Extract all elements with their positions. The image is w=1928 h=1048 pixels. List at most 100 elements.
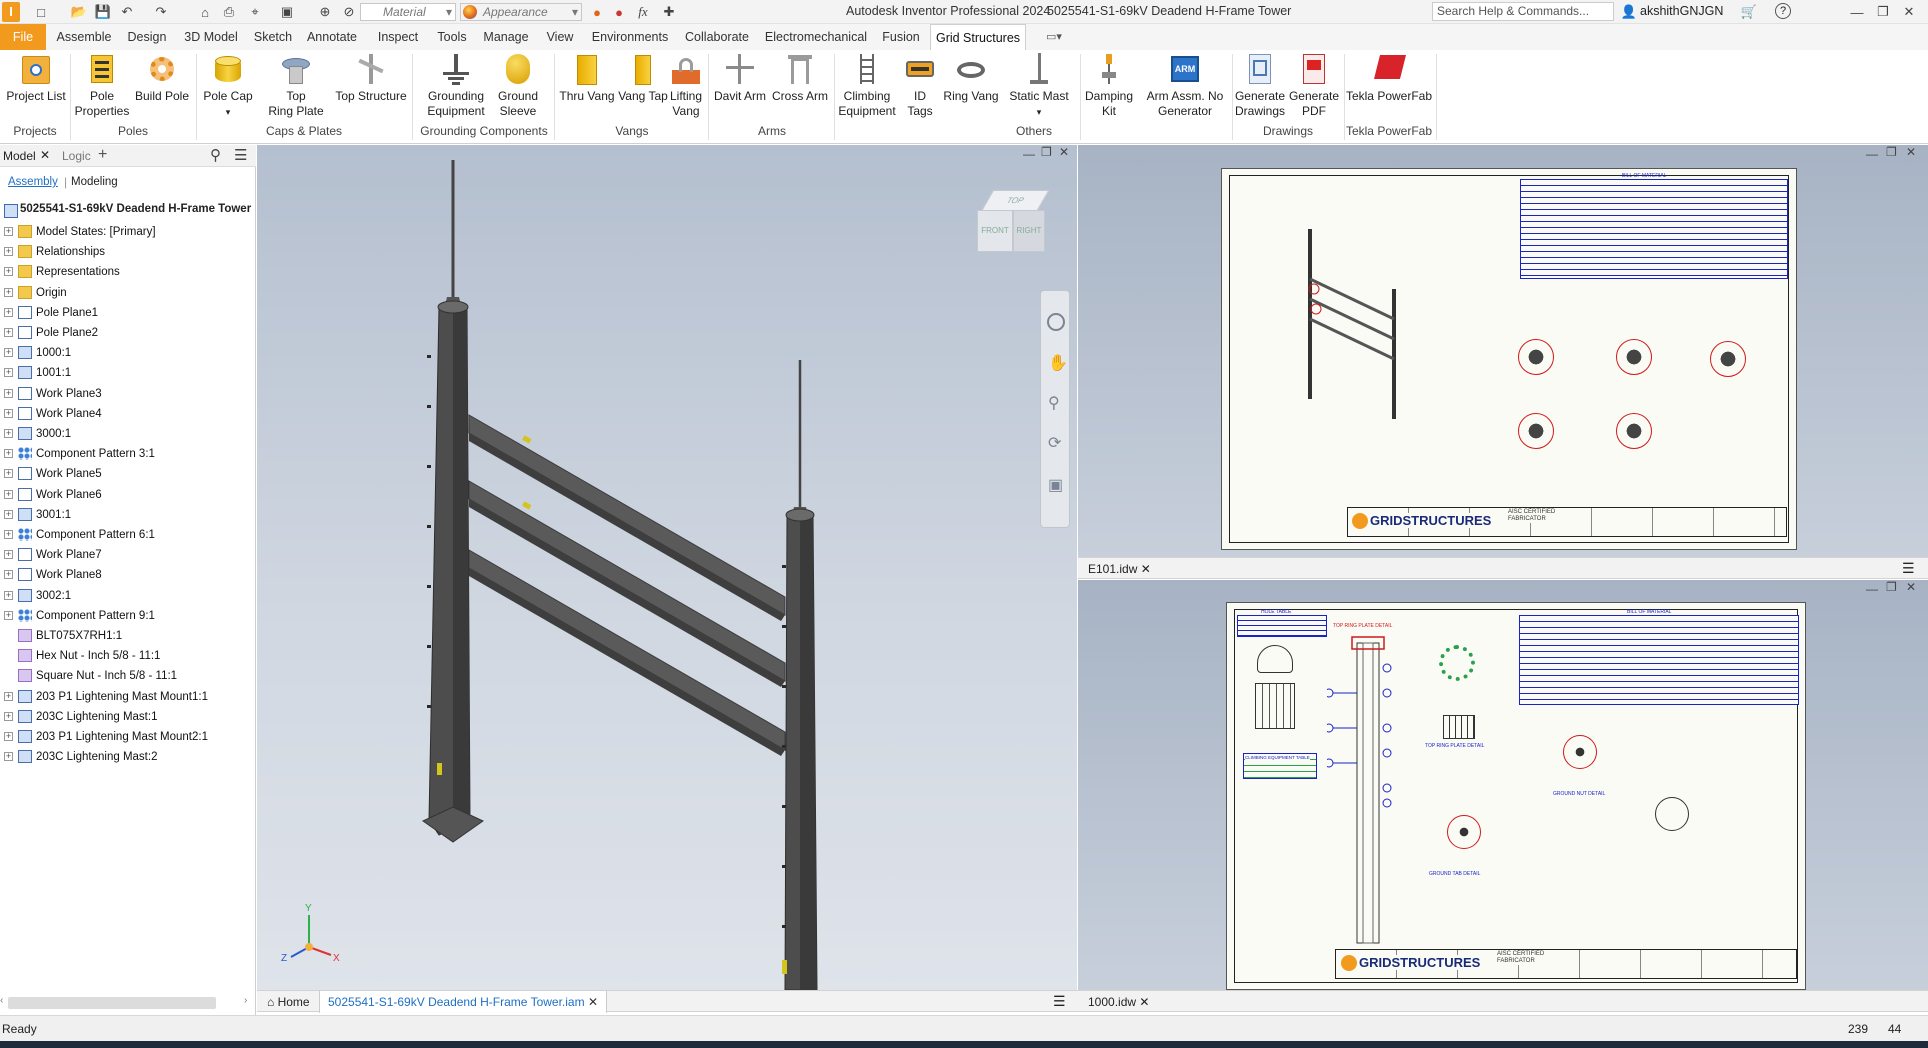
tab-annotate[interactable]: Annotate [302, 24, 362, 50]
generate-drawings-button[interactable]: Generate Drawings [1232, 52, 1288, 118]
expand-icon[interactable]: + [4, 227, 13, 236]
viewcube-top-face[interactable]: TOP [980, 190, 1050, 212]
viewcube-right-face[interactable]: RIGHT [1013, 210, 1045, 252]
home-icon[interactable]: ⌂ [196, 3, 214, 21]
build-pole-button[interactable]: Build Pole [132, 52, 192, 104]
open-icon[interactable]: 📂 [70, 3, 88, 21]
mode-assembly[interactable]: Assembly [8, 176, 58, 188]
expand-icon[interactable]: + [4, 590, 13, 600]
expand-icon[interactable]: + [4, 267, 13, 277]
menu-icon[interactable]: ☰ [234, 146, 247, 164]
tab-sketch[interactable]: Sketch [250, 24, 296, 50]
draw1-restore-icon[interactable]: ❐ [1886, 145, 1897, 159]
damping-kit-button[interactable]: Damping Kit [1082, 52, 1136, 118]
parameters-icon[interactable]: fx [634, 3, 652, 21]
tab-3d-model[interactable]: 3D Model [178, 24, 244, 50]
tab-logic[interactable]: Logic [62, 149, 91, 163]
id-tags-button[interactable]: ID Tags [900, 52, 940, 118]
mode-modeling[interactable]: Modeling [71, 176, 118, 188]
browser-scrollbar[interactable] [8, 997, 216, 1009]
draw2-minimize-icon[interactable]: — [1866, 582, 1878, 596]
clear-override-icon[interactable]: ⊘ [340, 3, 358, 21]
expand-icon[interactable]: + [4, 247, 13, 257]
top-structure-button[interactable]: Top Structure [334, 52, 408, 104]
expand-icon[interactable]: + [4, 348, 13, 358]
davit-arm-button[interactable]: Davit Arm [710, 52, 770, 104]
expand-icon[interactable]: + [4, 530, 13, 539]
redo-icon[interactable]: ↷ [152, 3, 170, 21]
steering-wheel-icon[interactable] [1047, 313, 1065, 331]
expand-icon[interactable]: + [4, 368, 13, 378]
expand-icon[interactable]: + [4, 388, 13, 398]
scroll-right-icon[interactable]: › [244, 995, 247, 1006]
pole-cap-dropdown-icon[interactable]: ▾ [226, 107, 231, 117]
viewcube-front-face[interactable]: FRONT [977, 210, 1013, 252]
ring-vang-button[interactable]: Ring Vang [942, 52, 1000, 104]
new-icon[interactable]: □ [32, 3, 50, 21]
select-icon[interactable]: ▣ [278, 3, 296, 21]
expand-icon[interactable]: + [4, 469, 13, 479]
viewport-minimize-icon[interactable]: — [1023, 147, 1035, 161]
expand-icon[interactable]: + [4, 307, 13, 317]
clear-appearance-icon[interactable]: ● [610, 3, 628, 21]
viewcube[interactable]: TOP FRONT RIGHT [977, 190, 1050, 262]
tab-file[interactable]: File [0, 24, 46, 50]
scroll-left-icon[interactable]: ‹ [0, 995, 3, 1006]
climbing-equipment-button[interactable]: Climbing Equipment [836, 52, 898, 118]
tab-collaborate[interactable]: Collaborate [680, 24, 754, 50]
tab-assemble[interactable]: Assemble [52, 24, 116, 50]
search-input[interactable]: Search Help & Commands... [1432, 2, 1614, 21]
tab-view[interactable]: View [540, 24, 580, 50]
tab-e101[interactable]: E101.idw ✕ [1080, 558, 1159, 580]
tab-environments[interactable]: Environments [588, 24, 672, 50]
add-tab-icon[interactable]: + [98, 146, 107, 164]
print-icon[interactable]: ⎙ [220, 3, 238, 21]
inventor-logo-icon[interactable]: I [2, 2, 20, 22]
drawing-window-e101[interactable]: — ❐ ✕ BILL OF MATERIAL GRIDSTRUCTURES AI… [1078, 145, 1928, 557]
grounding-equipment-button[interactable]: Grounding Equipment [420, 52, 492, 118]
expand-icon[interactable]: + [4, 429, 13, 438]
drawing-window-1000[interactable]: — ❐ ✕ HOLE TABLE TOP RING PLATE DETAIL C… [1078, 580, 1928, 990]
tab-fusion[interactable]: Fusion [876, 24, 926, 50]
cross-arm-button[interactable]: Cross Arm [768, 52, 832, 104]
expand-icon[interactable]: + [4, 509, 13, 519]
draw2-close-icon[interactable]: ✕ [1906, 580, 1916, 594]
vang-tap-button[interactable]: Vang Tap [616, 52, 670, 104]
tab-electromechanical[interactable]: Electromechanical [762, 24, 870, 50]
zoom-icon[interactable]: ⚲ [1048, 393, 1060, 413]
adjust-icon[interactable]: ● [588, 3, 606, 21]
expand-icon[interactable]: + [4, 691, 13, 701]
tab-home[interactable]: ⌂ Home [259, 991, 318, 1013]
generate-pdf-button[interactable]: Generate PDF [1286, 52, 1342, 118]
minimize-icon[interactable]: — [1848, 3, 1866, 21]
update-icon[interactable]: ⊕ [316, 3, 334, 21]
save-icon[interactable]: 💾 [94, 3, 112, 21]
pole-properties-button[interactable]: Pole Properties [72, 52, 132, 118]
close-icon[interactable]: ✕ [1900, 3, 1918, 21]
graphics-window[interactable]: TOP FRONT RIGHT ✋ ⚲ ⟳ ▣ — ❐ ✕ Y X Z [257, 145, 1077, 990]
ground-sleeve-button[interactable]: Ground Sleeve [490, 52, 546, 118]
cart-icon[interactable]: 🛒 [1740, 3, 1758, 21]
draw2-restore-icon[interactable]: ❐ [1886, 580, 1897, 594]
close-tab-icon[interactable]: ✕ [588, 995, 598, 1009]
appearance-dropdown[interactable]: Appearance ▾ [460, 3, 582, 21]
tekla-powerfab-button[interactable]: Tekla PowerFab [1344, 52, 1434, 104]
close-model-tab-icon[interactable]: ✕ [40, 148, 50, 162]
tab-menu-icon[interactable]: ☰ [1902, 560, 1915, 577]
viewport-close-icon[interactable]: ✕ [1059, 145, 1069, 159]
help-button[interactable]: ? [1775, 3, 1791, 19]
add-icon[interactable]: ✚ [660, 3, 678, 21]
close-tab-icon[interactable]: ✕ [1139, 995, 1149, 1009]
panel-options-icon[interactable]: ▭▾ [1046, 30, 1062, 43]
lifting-vang-button[interactable]: Lifting Vang [664, 52, 708, 118]
search-icon[interactable]: ⚲ [210, 146, 221, 164]
close-tab-icon[interactable]: ✕ [1141, 562, 1151, 576]
arm-assm-no-generator-button[interactable]: ARM Arm Assm. No Generator [1140, 52, 1230, 118]
expand-icon[interactable]: + [4, 711, 13, 721]
undo-icon[interactable]: ↶ [118, 3, 136, 21]
pan-icon[interactable]: ✋ [1048, 353, 1068, 373]
tab-assembly-document[interactable]: 5025541-S1-69kV Deadend H-Frame Tower.ia… [319, 991, 607, 1013]
expand-icon[interactable]: + [4, 610, 13, 620]
expand-icon[interactable]: + [4, 550, 13, 560]
expand-icon[interactable]: + [4, 732, 13, 741]
